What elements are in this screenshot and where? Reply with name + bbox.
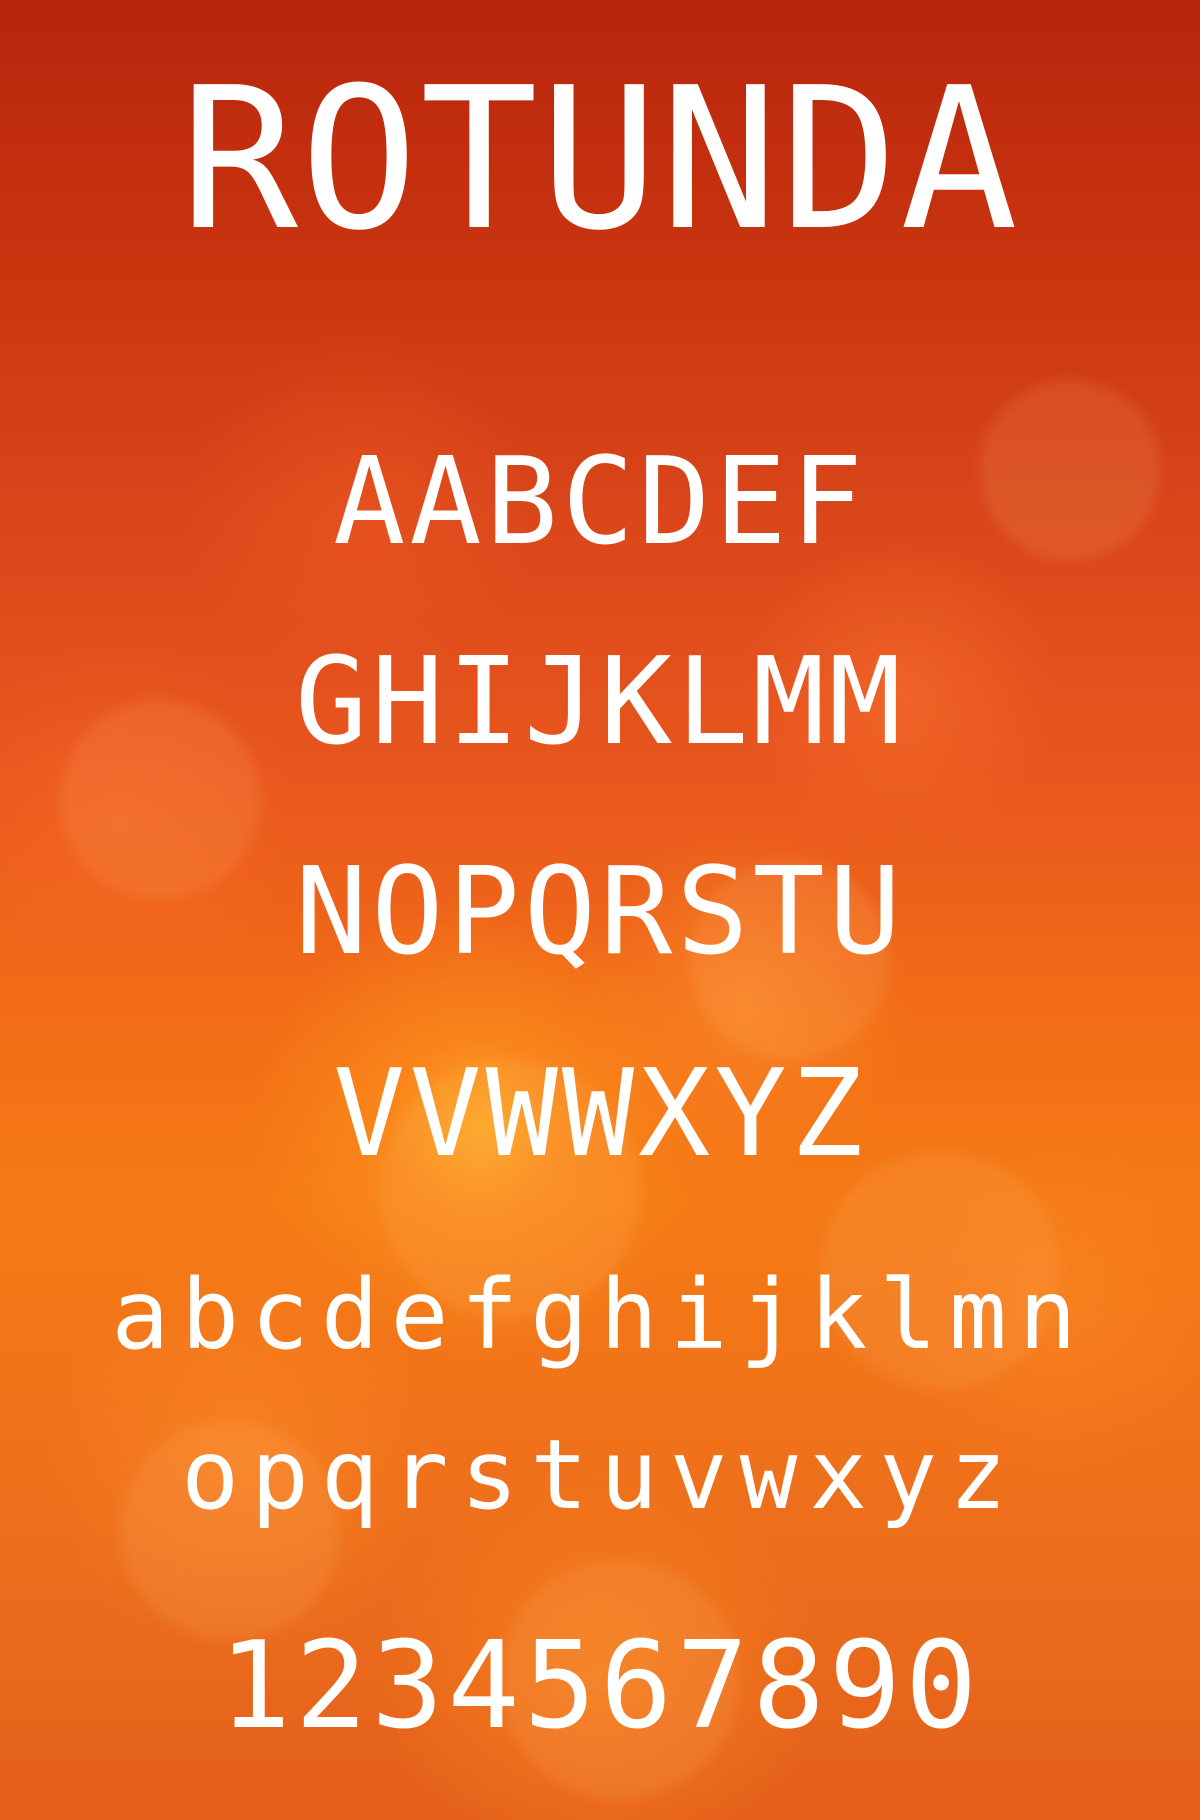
uppercase-glyph-row: VVWWXYZ bbox=[333, 1045, 867, 1184]
font-name-title: ROTUNDA bbox=[179, 46, 1020, 274]
digit-glyph-row: 1234567890 bbox=[218, 1617, 982, 1756]
uppercase-glyph-row: NOPQRSTU bbox=[295, 843, 905, 982]
lowercase-glyph-row: abcdefghijklmn bbox=[111, 1259, 1089, 1371]
uppercase-glyph-row: GHIJKLMM bbox=[295, 633, 905, 772]
lowercase-glyph-row: opqrstuvwxyz bbox=[181, 1419, 1019, 1531]
uppercase-glyph-row: AABCDEF bbox=[333, 433, 867, 572]
